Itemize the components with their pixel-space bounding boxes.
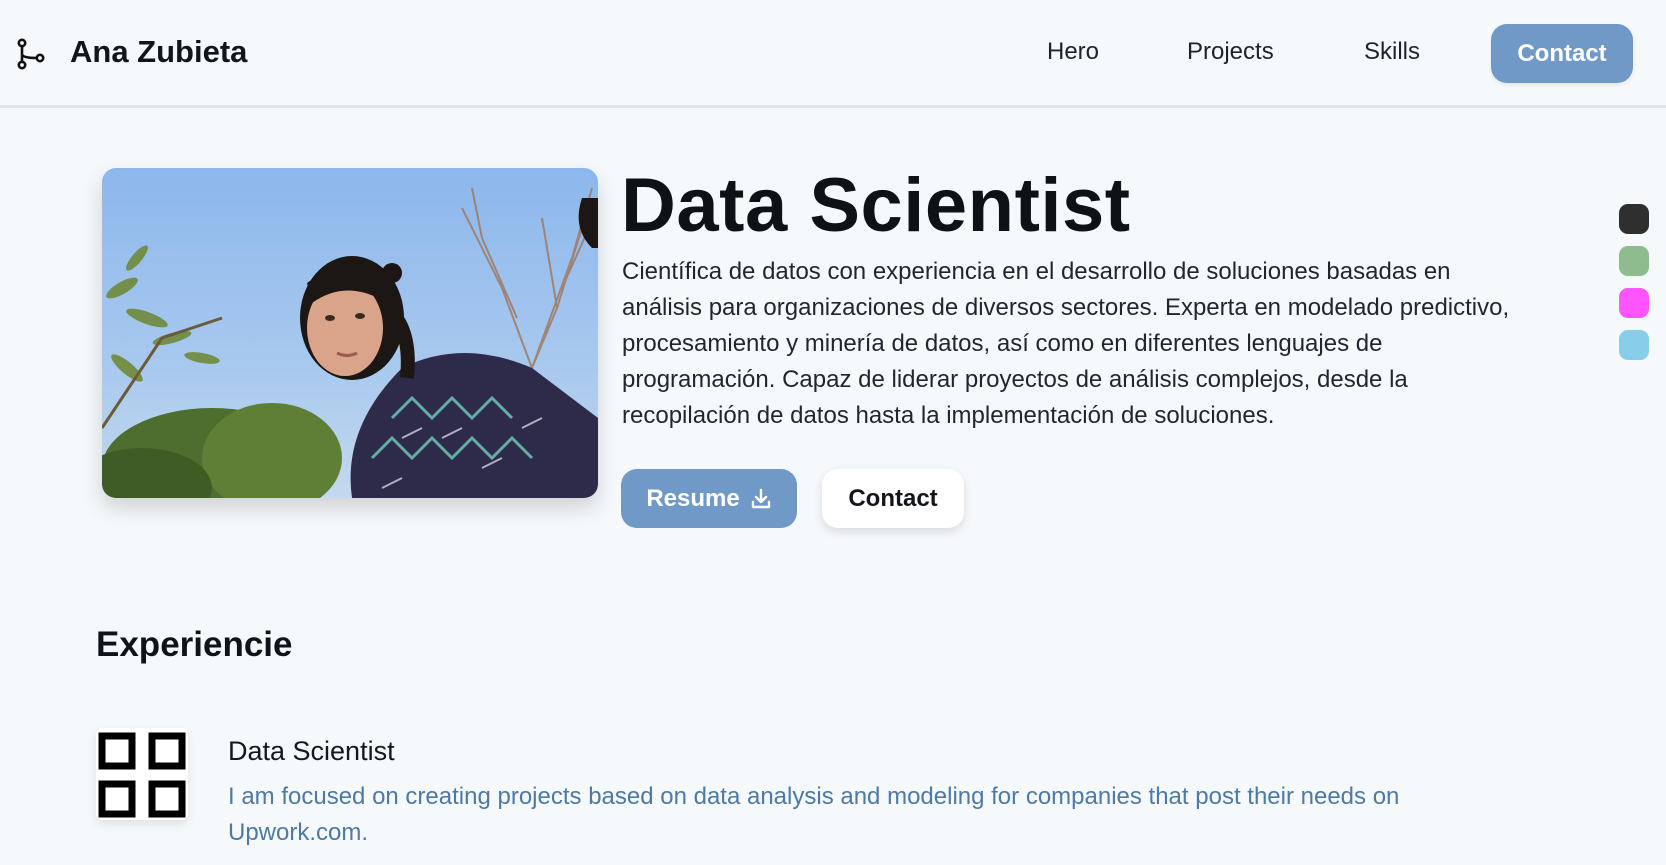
download-icon	[751, 488, 770, 508]
hero-description: Científica de datos con experiencia en e…	[622, 258, 1510, 429]
git-branch-icon[interactable]	[16, 38, 46, 70]
nav-contact-button[interactable]: Contact	[1491, 24, 1633, 83]
theme-swatch-skyblue[interactable]	[1619, 330, 1649, 360]
resume-download-button[interactable]: Resume	[621, 469, 797, 528]
profile-photo	[102, 168, 598, 498]
top-navbar: Ana Zubieta Hero Projects Skills Contact	[0, 0, 1666, 108]
experience-section-title: Experiencie	[96, 625, 293, 664]
hero-title: Data Scientist	[621, 163, 1131, 248]
hero-contact-button[interactable]: Contact	[822, 469, 964, 528]
resume-label: Resume	[646, 484, 740, 512]
nav-link-projects[interactable]: Projects	[1187, 38, 1274, 66]
brand-name[interactable]: Ana Zubieta	[70, 34, 247, 70]
experience-role: Data Scientist	[228, 736, 395, 766]
theme-swatch-dark[interactable]	[1619, 204, 1649, 234]
nav-link-skills[interactable]: Skills	[1364, 38, 1420, 66]
theme-swatch-magenta[interactable]	[1619, 288, 1649, 318]
theme-swatch-green[interactable]	[1619, 246, 1649, 276]
four-squares-logo-icon	[96, 728, 188, 820]
nav-link-hero[interactable]: Hero	[1047, 38, 1099, 66]
experience-description: I am focused on creating projects based …	[228, 783, 1400, 846]
